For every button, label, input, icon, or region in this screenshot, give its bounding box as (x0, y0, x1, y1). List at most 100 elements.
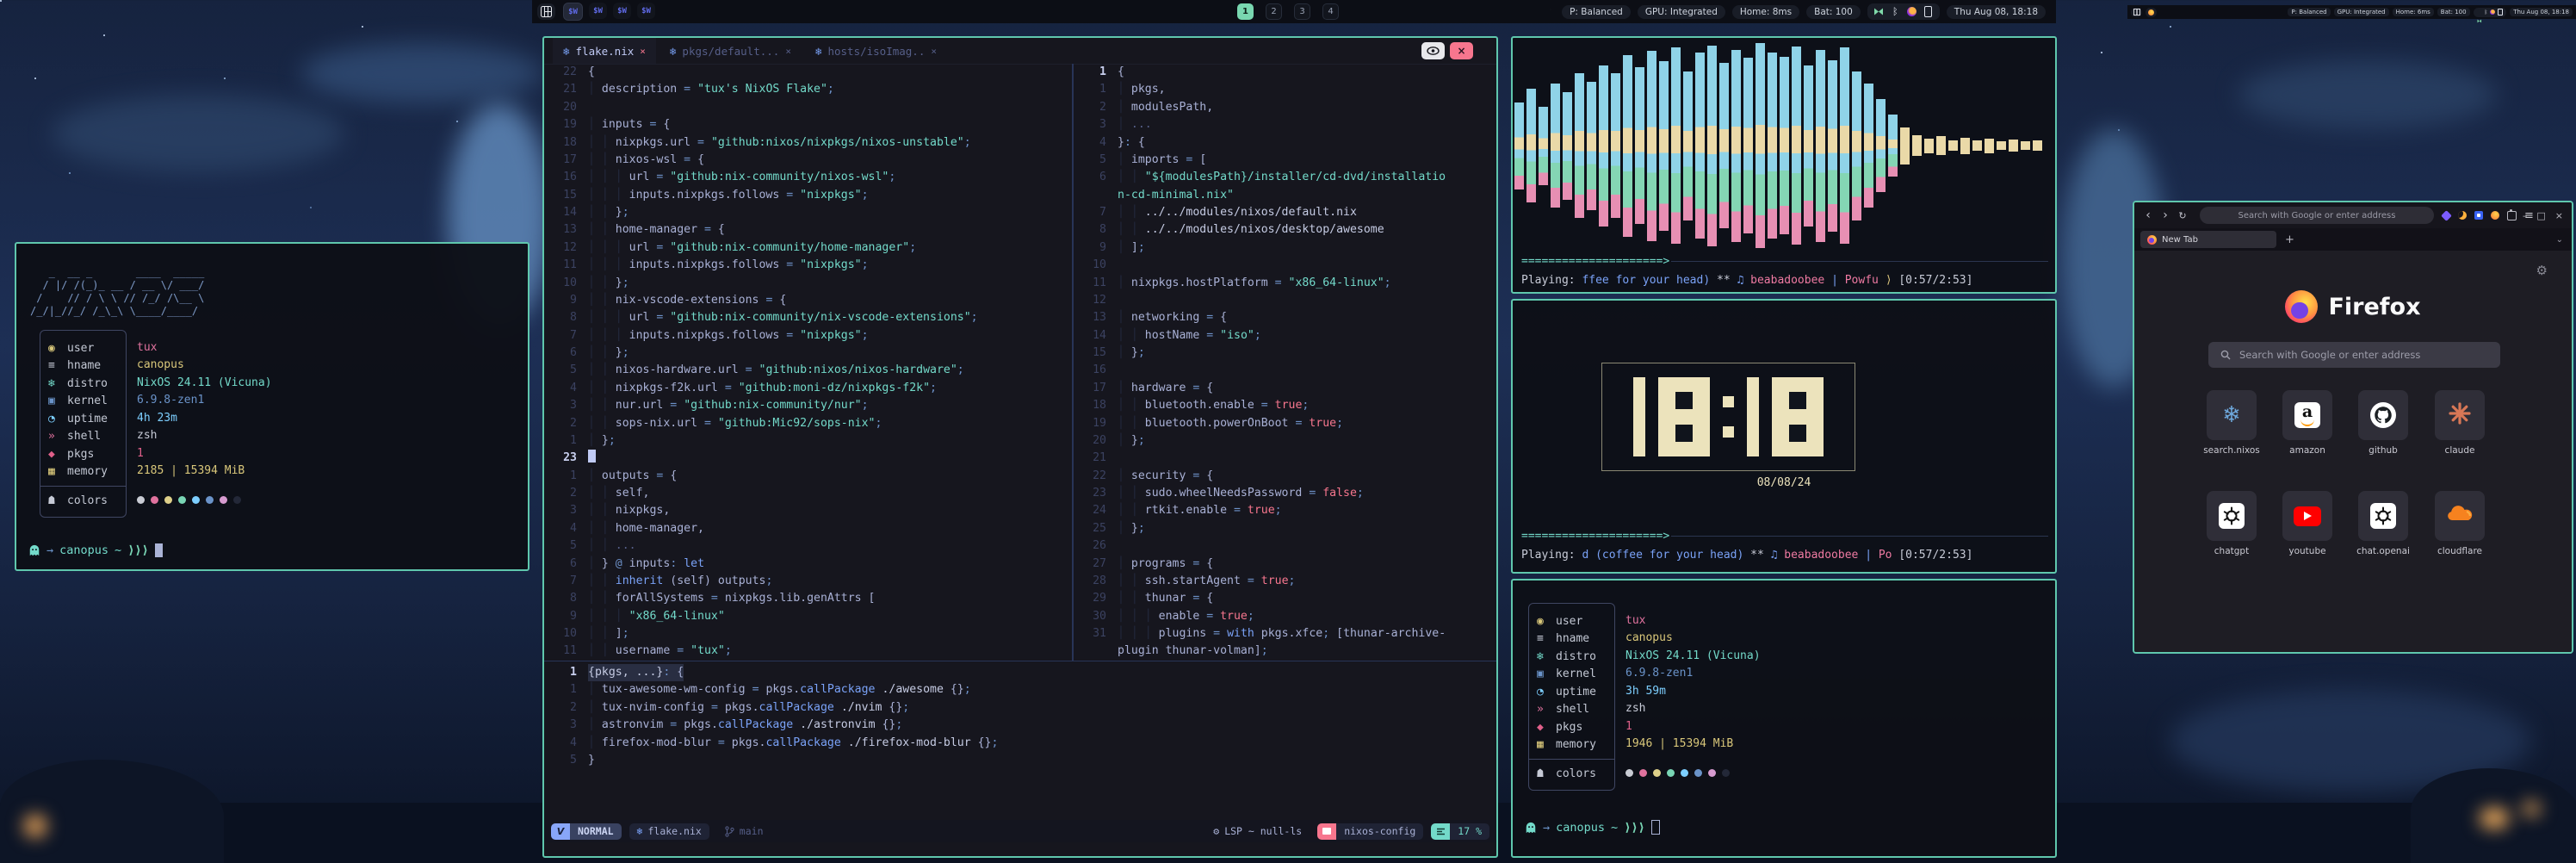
new-tab-button[interactable]: + (2285, 233, 2294, 246)
extension-icon[interactable] (2441, 210, 2452, 221)
bar-clock[interactable]: Thu Aug 08, 18:18 (2510, 8, 2573, 16)
workspace-tag-1[interactable]: 1 (1237, 3, 1254, 20)
buffer-tab-flake-nix[interactable]: ❄flake.nix× (553, 38, 656, 64)
window-close-button[interactable]: × (1450, 42, 1473, 59)
nix-icon: ❄ (563, 45, 570, 58)
tasklist-item[interactable]: $W (563, 3, 583, 21)
maximize-button[interactable]: □ (2536, 210, 2545, 221)
shortcut-amazon[interactable]: a (2282, 390, 2332, 440)
status-pill: P: Balanced (1562, 5, 1631, 19)
shortcut-label: cloudflare (2421, 546, 2499, 556)
wifi-icon[interactable] (1873, 7, 1885, 16)
media-icon[interactable] (1906, 7, 1917, 16)
url-bar[interactable]: Search with Google or enter address (2200, 207, 2434, 224)
phone-icon[interactable] (1923, 6, 1934, 17)
ontop-eye-button[interactable] (1421, 42, 1445, 59)
buffer-tab-hosts-isoImag-[interactable]: ❄hosts/isoImag..× (805, 38, 947, 64)
shortcut-github[interactable] (2358, 390, 2408, 440)
code-line: 6│ │ }; (548, 345, 1072, 362)
tasklist-item[interactable]: $W (589, 3, 607, 19)
top-bar-main: $W$W$W$W 1234 P: BalancedGPU: Integrated… (532, 0, 2056, 23)
phone-icon[interactable] (2498, 9, 2503, 16)
code-line: 13│ networking = { (1077, 309, 1493, 326)
darkreader-icon[interactable] (2458, 211, 2467, 220)
window-separator[interactable] (1072, 64, 1074, 661)
tasklist-item[interactable]: $W (613, 3, 631, 19)
packages-icon: ◆pkgs (1529, 718, 1614, 736)
layout-icon[interactable] (537, 3, 555, 20)
visualizer-bar (1985, 139, 1994, 153)
shortcut-youtube[interactable] (2282, 491, 2332, 541)
extensions-puzzle-icon[interactable] (2507, 211, 2517, 220)
shortcut-cloudflare[interactable] (2435, 491, 2485, 541)
workspace-tag-3[interactable]: 3 (1294, 3, 1310, 20)
visualizer-bar (1563, 92, 1572, 200)
fastfetch-value-shell: zsh (1625, 700, 1761, 718)
editor-pane-flake[interactable]: 22{21│ description = "tux's NixOS Flake"… (548, 64, 1072, 661)
shortcut-label: chatgpt (2193, 546, 2270, 556)
status-pill: Bat: 100 (2437, 8, 2470, 16)
neovim-window[interactable]: ❄flake.nix×❄pkgs/default...×❄hosts/isoIm… (542, 36, 1498, 858)
bluetooth-icon[interactable]: ᛒ (2485, 9, 2488, 16)
eye-icon (1427, 47, 1440, 55)
close-button[interactable]: × (2555, 210, 2563, 221)
packages-icon: ◆pkgs (40, 445, 126, 463)
workspace-tag-2[interactable]: 2 (1266, 3, 1282, 20)
terminal-fastfetch-right[interactable]: ◉user≡hname❄distro▣kernel◔uptime»shell◆p… (1511, 579, 2057, 858)
shortcut-search.nixos[interactable]: ❄ (2207, 390, 2257, 440)
back-button[interactable]: ‹ (2139, 208, 2157, 222)
code-line: 9│ ]; (1077, 239, 1493, 257)
forward-button[interactable]: › (2157, 208, 2174, 222)
terminal-music[interactable]: =====================> Playing: ffee for… (1511, 36, 2057, 294)
tasklist-item[interactable]: $W (637, 3, 655, 19)
shortcut-label: github (2344, 445, 2422, 456)
editor-pane-pkgs[interactable]: 1{pkgs, ...}: {1│ tux-awesome-wm-config … (548, 664, 1493, 819)
workspace-tag-4[interactable]: 4 (1322, 3, 1339, 20)
visualizer-bar (1924, 139, 1934, 153)
visualizer-bar (1695, 53, 1705, 239)
tab-new-tab[interactable]: New Tab (2140, 231, 2276, 248)
shell-prompt[interactable]: → canopus ~ ⟩⟩⟩ (1525, 820, 1660, 835)
shortcut-chatgpt[interactable] (2207, 491, 2257, 541)
bluetooth-icon[interactable]: ᛒ (1890, 6, 1901, 17)
status-pill: Home: 6ms (2393, 8, 2434, 16)
visualizer-bar (1972, 140, 1982, 151)
distro-icon: ❄distro (1529, 648, 1614, 666)
visualizer-bar (1671, 47, 1681, 244)
bar-clock[interactable]: Thu Aug 08, 18:18 (1947, 5, 2046, 19)
shortcut-chat.openai[interactable] (2358, 491, 2408, 541)
firefox-account-icon[interactable] (2491, 211, 2499, 220)
media-icon[interactable] (2490, 9, 2495, 15)
ghost-icon (28, 544, 40, 556)
layout-icon[interactable] (2131, 8, 2142, 17)
tab-close-icon[interactable]: × (785, 46, 791, 57)
fastfetch-values: tuxcanopusNixOS 24.11 (Vicuna)6.9.8-zen1… (1625, 612, 1761, 782)
newtab-search-input[interactable]: Search with Google or enter address (2208, 342, 2500, 368)
code-line: n-cd-minimal.nix" (1077, 187, 1493, 204)
minimize-button[interactable]: – (2523, 210, 2528, 221)
shell-prompt[interactable]: → canopus ~ ⟩⟩⟩ (28, 543, 163, 557)
tab-close-icon[interactable]: × (931, 46, 937, 57)
reload-button[interactable]: ↻ (2174, 210, 2191, 221)
password-manager-icon[interactable] (2474, 211, 2483, 220)
prompt-host: canopus (1556, 821, 1605, 835)
editor-pane-iso[interactable]: 1{1│ pkgs,2│ modulesPath,3│ ...4}: {5│ i… (1077, 64, 1493, 661)
visualizer-bar (1623, 55, 1632, 237)
visualizer-bar (1647, 51, 1656, 241)
house-light (2523, 802, 2540, 816)
firefox-window[interactable]: ‹ › ↻ Search with Google or enter addres… (2133, 201, 2573, 654)
shortcut-claude[interactable] (2435, 390, 2485, 440)
code-line: 8│ │ forAllSystems = nixpkgs.lib.genAttr… (548, 590, 1072, 607)
terminal-clock[interactable]: 08/08/24 =====================> Playing:… (1511, 299, 2057, 574)
tab-close-icon[interactable]: × (640, 46, 646, 57)
tasklist-firefox[interactable] (2146, 8, 2157, 17)
terminal-color-palette (137, 491, 272, 509)
buffer-tab-pkgs-default-[interactable]: ❄pkgs/default...× (659, 38, 802, 64)
tab-list-chevron[interactable]: ⌄ (2556, 235, 2563, 245)
terminal-fastfetch-left[interactable]: _ __ _ ____ _____ / |/ /(_)_ __ / __ \/ … (15, 242, 529, 571)
newtab-settings-gear-icon[interactable]: ⚙ (2536, 263, 2548, 278)
status-pill: GPU: Integrated (2334, 8, 2389, 16)
clock-colon (1723, 396, 1734, 438)
ghost-icon (1525, 822, 1537, 834)
gear-icon: ⚙ (1213, 825, 1219, 837)
